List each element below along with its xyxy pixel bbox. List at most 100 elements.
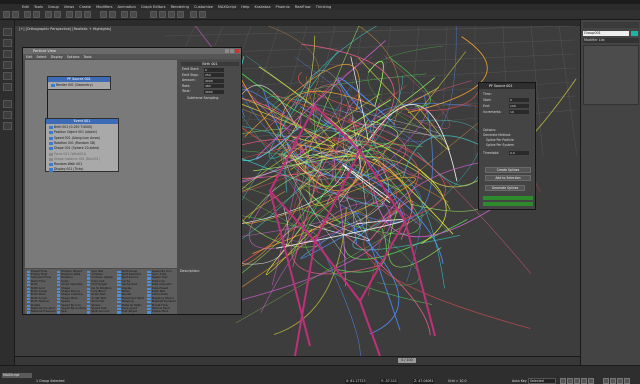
menu-graph-editors[interactable]: Graph Editors xyxy=(141,5,166,9)
goto-end-icon[interactable] xyxy=(588,378,594,384)
start-field[interactable]: 0 xyxy=(509,98,529,102)
birth-rollout-header[interactable]: Birth 001 xyxy=(181,62,239,66)
spline-per-system-radio[interactable]: Spline Per System xyxy=(486,143,514,147)
move-icon[interactable] xyxy=(66,11,73,18)
prev-frame-icon[interactable] xyxy=(567,378,573,384)
depot-item[interactable]: Spin xyxy=(56,310,86,314)
maximize-viewport-icon[interactable] xyxy=(624,378,630,384)
rotate-icon[interactable] xyxy=(75,11,82,18)
auto-key-label[interactable]: Auto Key xyxy=(512,379,527,383)
viewport-label[interactable]: [+] [Orthographic Perspective] [Realisti… xyxy=(19,27,111,31)
menu-krakatoa[interactable]: Krakatoa xyxy=(254,5,270,9)
menu-help[interactable]: Help xyxy=(241,5,249,9)
goto-start-icon[interactable] xyxy=(560,378,566,384)
orbit-icon[interactable] xyxy=(617,378,623,384)
mirror-icon[interactable] xyxy=(121,11,128,18)
render-icon[interactable] xyxy=(199,11,206,18)
z-coordinate-value[interactable]: Z: 47.04061 xyxy=(413,379,435,384)
minimize-icon[interactable] xyxy=(225,49,229,53)
curve-editor-icon[interactable] xyxy=(159,11,166,18)
layer-icon[interactable] xyxy=(150,11,157,18)
menu-rendering[interactable]: Rendering xyxy=(171,5,189,9)
select-icon[interactable] xyxy=(45,11,52,18)
snap-icon[interactable] xyxy=(100,11,107,18)
modifier-stack[interactable] xyxy=(583,45,639,105)
unlink-icon[interactable] xyxy=(33,11,40,18)
menu-create[interactable]: Create xyxy=(79,5,91,9)
pv-menu-options[interactable]: Options xyxy=(67,55,80,59)
pf-source-title[interactable]: PF Source 001 xyxy=(479,83,535,89)
subframe-checkbox[interactable]: Subframe Sampling xyxy=(182,96,238,101)
select-region-icon[interactable] xyxy=(54,11,61,18)
spline-per-particle-radio[interactable]: Spline Per Particle xyxy=(486,138,514,142)
x-coordinate[interactable]: X: 61.17723 xyxy=(345,379,367,384)
z-coordinate[interactable]: Z: 47.04061 xyxy=(413,379,435,384)
align-icon[interactable] xyxy=(130,11,137,18)
increments-field[interactable]: 10 xyxy=(509,110,529,114)
add-to-selection-button[interactable]: Add to Selection xyxy=(485,175,531,181)
zoom-icon[interactable] xyxy=(603,378,609,384)
depot-item[interactable]: Split Amount xyxy=(86,310,116,314)
depot-item[interactable]: Shape Mark xyxy=(147,310,177,314)
menu-thinking[interactable]: Thinking xyxy=(316,5,331,9)
menu-edit[interactable]: Edit xyxy=(22,5,29,9)
motion-icon[interactable] xyxy=(3,61,12,69)
material-editor-icon[interactable] xyxy=(177,11,184,18)
birth-param-field[interactable]: 480 xyxy=(204,84,224,88)
menu-tools[interactable]: Tools xyxy=(34,5,43,9)
undo-icon[interactable] xyxy=(3,11,10,18)
menu-customize[interactable]: Customize xyxy=(194,5,213,9)
birth-param-field[interactable]: 4000 xyxy=(204,89,224,94)
modify-icon[interactable] xyxy=(3,39,12,47)
pv-menu-edit[interactable]: Edit xyxy=(26,55,32,59)
display-icon[interactable] xyxy=(3,72,12,80)
maximize-icon[interactable] xyxy=(230,49,234,53)
menu-phoenix[interactable]: Phoenix xyxy=(276,5,290,9)
event-node[interactable]: Event 001 Birth 001 (0-250 T:4000) Positi… xyxy=(45,118,119,172)
hierarchy-icon[interactable] xyxy=(3,50,12,58)
depot-item[interactable]: Find Target xyxy=(117,310,147,314)
birth-param-field[interactable]: 0 xyxy=(204,67,224,72)
time-slider-thumb[interactable]: 0 / 100 xyxy=(398,358,416,363)
pv-menu-tools[interactable]: Tools xyxy=(83,55,91,59)
pan-icon[interactable] xyxy=(610,378,616,384)
create-splines-button[interactable]: Create Splines xyxy=(485,167,531,173)
brush-icon[interactable] xyxy=(3,111,12,119)
grid-icon[interactable] xyxy=(3,122,12,130)
modifier-list-dropdown[interactable]: Modifier List xyxy=(583,38,639,43)
menu-realflow[interactable]: RealFlow xyxy=(295,5,311,9)
generate-splines-button[interactable]: Generate Splines xyxy=(485,185,525,191)
schematic-icon[interactable] xyxy=(168,11,175,18)
utilities-icon[interactable] xyxy=(3,83,12,91)
birth-param-field[interactable]: 250 xyxy=(204,73,224,77)
pv-menu-display[interactable]: Display xyxy=(51,55,63,59)
pf-source-node[interactable]: PF Source 001 Render 001 (Geometry) xyxy=(47,76,111,90)
angle-snap-icon[interactable] xyxy=(109,11,116,18)
create-icon[interactable] xyxy=(3,28,12,36)
event-operator[interactable]: Display 001 (Ticks) xyxy=(48,167,116,172)
object-color-swatch[interactable] xyxy=(631,31,638,36)
birth-param-field[interactable]: 4000 xyxy=(204,78,224,83)
x-coordinate-value[interactable]: X: 61.17723 xyxy=(345,379,367,384)
end-field[interactable]: 100 xyxy=(509,104,529,108)
maxscript-listener[interactable]: MAXScript xyxy=(2,373,32,378)
pv-menu-select[interactable]: Select xyxy=(36,55,46,59)
timeline[interactable]: 0 / 100 xyxy=(15,356,580,365)
next-frame-icon[interactable] xyxy=(581,378,587,384)
paint-icon[interactable] xyxy=(3,100,12,108)
depot-item[interactable]: Material Frequency xyxy=(26,310,56,314)
y-coordinate[interactable]: Y: -57.111 xyxy=(380,379,398,384)
command-panel-tabs[interactable] xyxy=(583,22,639,28)
render-operator[interactable]: Render 001 (Geometry) xyxy=(50,83,108,88)
render-setup-icon[interactable] xyxy=(190,11,197,18)
menu-views[interactable]: Views xyxy=(64,5,74,9)
menu-modifiers[interactable]: Modifiers xyxy=(96,5,112,9)
object-name-field[interactable]: Group001 xyxy=(583,31,629,36)
menu-group[interactable]: Group xyxy=(48,5,59,9)
y-coordinate-value[interactable]: Y: -57.111 xyxy=(380,379,398,384)
threshold-field[interactable]: 0.0 xyxy=(509,151,529,155)
close-icon[interactable] xyxy=(235,49,239,53)
event-canvas[interactable]: PF Source 001 Render 001 (Geometry) Even… xyxy=(25,60,177,268)
play-icon[interactable] xyxy=(574,378,580,384)
redo-icon[interactable] xyxy=(12,11,19,18)
